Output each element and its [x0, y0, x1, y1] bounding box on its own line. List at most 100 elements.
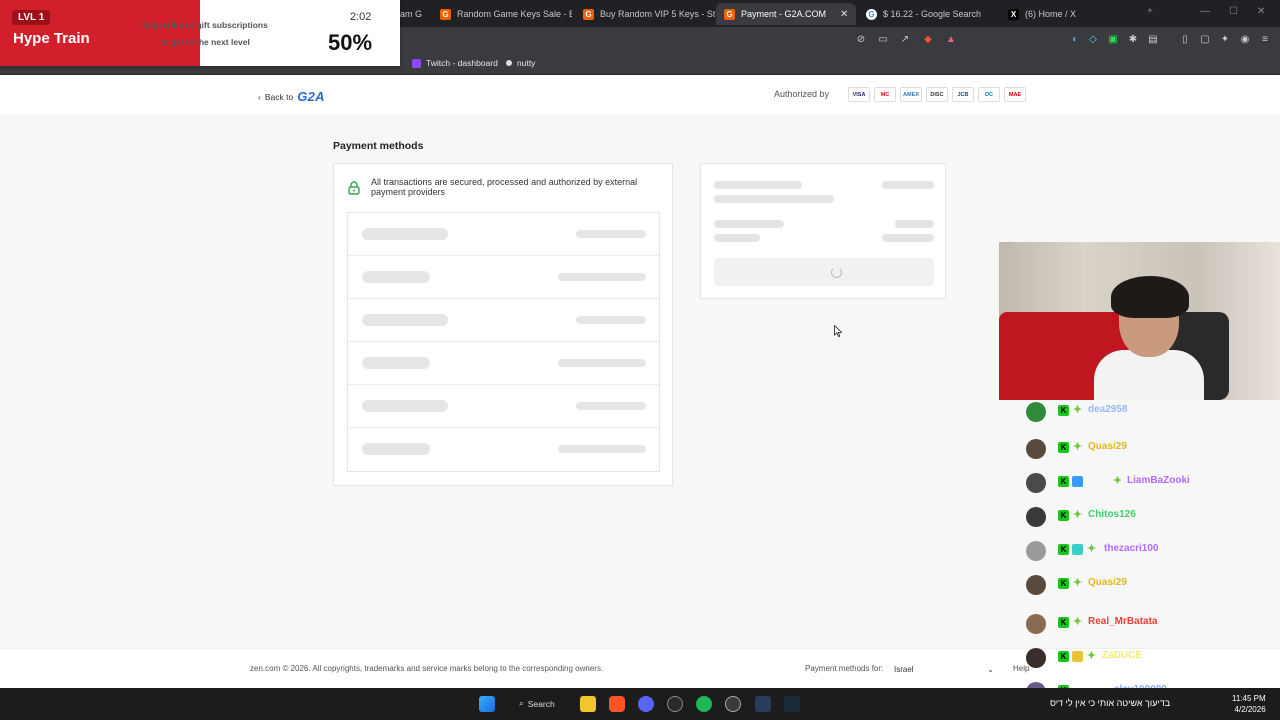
discord-icon[interactable] [638, 696, 654, 712]
stream-chat-overlay: K ✦ dea2958 K ✦ Quasi29 K ✦ LiamBaZooki … [1020, 400, 1280, 702]
maestro-logo: MAE [1004, 87, 1026, 102]
payment-method-placeholder[interactable] [348, 428, 659, 471]
close-icon[interactable]: ✕ [840, 9, 848, 20]
obs-icon[interactable] [725, 696, 741, 712]
file-explorer-icon[interactable] [580, 696, 596, 712]
new-tab-icon[interactable]: + [1147, 6, 1153, 17]
vpn-icon[interactable]: ◉ [1239, 34, 1251, 46]
payment-method-placeholder[interactable] [348, 299, 659, 342]
amex-logo: AMEX [900, 87, 922, 102]
payment-methods-for-label: Payment methods for: [805, 664, 884, 673]
tab-label: $ 16.22 - Google Search [883, 9, 982, 19]
taskbar-search[interactable]: ⌕ Search [519, 698, 555, 709]
maximize-icon[interactable]: ☐ [1229, 6, 1238, 17]
back-to-g2a-link[interactable]: ‹ Back to G2A [258, 89, 325, 104]
leo-icon[interactable]: ✦ [1219, 34, 1231, 46]
hype-train-title: Hype Train [13, 30, 90, 47]
chat-username: Quasi29 [1088, 577, 1127, 588]
taskbar-clock[interactable]: 11:45 PM 4/2/2026 [1232, 693, 1266, 715]
chat-username: Chitos126 [1088, 509, 1136, 520]
tab-label: Payment - G2A.COM [741, 9, 827, 19]
brave-rewards-icon[interactable]: ▲ [945, 34, 957, 46]
sparkle-badge-icon: ✦ [1072, 404, 1083, 416]
windows-start-icon[interactable] [479, 696, 495, 712]
sidebar-icon[interactable]: ▯ [1179, 34, 1191, 46]
payment-method-placeholder[interactable] [348, 342, 659, 385]
bookmark-nutty[interactable]: nutty [506, 58, 535, 68]
share-icon[interactable]: ↗ [899, 34, 911, 46]
tray-text: בדיעוך אשיטה אותי כי אין לי דיס [1050, 698, 1171, 708]
twitch-icon [412, 58, 421, 68]
chevron-left-icon: ‹ [258, 91, 261, 102]
g2a-icon: G [440, 8, 451, 20]
chat-username: ZaDUCE [1102, 650, 1143, 661]
sparkle-badge-icon: ✦ [1086, 650, 1097, 662]
sparkle-badge-icon: ✦ [1112, 475, 1123, 487]
brave-icon[interactable] [609, 696, 625, 712]
kick-badge-icon: K [1058, 510, 1069, 521]
order-summary-panel [700, 163, 946, 299]
clock-time: 11:45 PM [1232, 694, 1266, 703]
kick-badge-icon: K [1058, 442, 1069, 453]
tab-label: (6) Home / X [1025, 9, 1077, 19]
avatar [1026, 575, 1046, 595]
kick-badge-icon: K [1058, 405, 1069, 416]
extension-icon[interactable]: ▣ [1107, 34, 1119, 46]
g2a-logo: G2A [297, 89, 325, 104]
mastercard-logo: MC [874, 87, 896, 102]
spotify-icon[interactable] [696, 696, 712, 712]
brave-shield-icon[interactable]: ◆ [922, 34, 934, 46]
loading-spinner-icon [831, 267, 842, 278]
country-value: Israel [894, 664, 914, 674]
kick-badge-icon: K [1058, 476, 1069, 487]
diners-logo: DC [978, 87, 1000, 102]
pay-button-placeholder[interactable] [714, 258, 934, 286]
extensions-icon[interactable]: ✱ [1127, 34, 1139, 46]
payment-methods-panel: All transactions are secured, processed … [333, 163, 673, 486]
minimize-icon[interactable]: — [1200, 6, 1210, 17]
mute-icon[interactable]: ⊘ [855, 34, 867, 46]
payment-method-placeholder[interactable] [348, 213, 659, 256]
kick-badge-icon: K [1058, 617, 1069, 628]
chat-username: Quasi29 [1088, 441, 1127, 452]
avatar [1026, 439, 1046, 459]
visa-logo: VISA [848, 87, 870, 102]
extension-icon[interactable]: ◖ [1068, 34, 1080, 46]
card-logos: VISA MC AMEX DISC JCB DC MAE [848, 87, 1026, 102]
avatar [1026, 614, 1046, 634]
hype-train-overlay: LVL 1 Hype Train Subscribe or gift subsc… [0, 0, 400, 66]
sparkle-badge-icon: ✦ [1072, 616, 1083, 628]
wallet-icon[interactable]: ▢ [1199, 34, 1211, 46]
tab-random-game-keys[interactable]: G Random Game Keys Sale - Buy [432, 3, 572, 25]
clock-date: 4/2/2026 [1234, 705, 1266, 714]
extension-icon[interactable]: ◇ [1087, 34, 1099, 46]
tab-random-vip-keys[interactable]: G Buy Random VIP 5 Keys - Stea [575, 3, 715, 25]
country-select[interactable]: Israel ⌄ [894, 661, 994, 677]
back-label: Back to [264, 91, 294, 102]
hype-train-level: LVL 1 [12, 10, 51, 25]
discover-logo: DISC [926, 87, 948, 102]
close-window-icon[interactable]: ✕ [1257, 6, 1265, 17]
app-icon[interactable] [667, 696, 683, 712]
payment-method-placeholder[interactable] [348, 256, 659, 299]
sparkle-badge-icon: ✦ [1072, 577, 1083, 589]
chat-username: Real_MrBatata [1088, 616, 1158, 627]
sub-badge-icon [1072, 476, 1083, 487]
screen-icon[interactable]: ▭ [877, 34, 889, 46]
steam-icon[interactable] [784, 696, 800, 712]
downloads-icon[interactable]: ▤ [1147, 34, 1159, 46]
tab-x-home[interactable]: X (6) Home / X [1000, 3, 1140, 25]
g2a-icon: G [724, 8, 735, 20]
payment-method-list [347, 212, 660, 472]
tab-payment-g2a[interactable]: G Payment - G2A.COM ✕ [716, 3, 856, 25]
g2a-icon: G [583, 8, 594, 20]
bookmark-twitch-dashboard[interactable]: Twitch - dashboard [412, 58, 498, 68]
taskbar-search-label: Search [527, 698, 555, 709]
mouse-cursor-icon [834, 325, 842, 337]
hype-train-subtitle-line: Subscribe or gift subscriptions [142, 20, 268, 30]
page-title: Payment methods [333, 140, 424, 152]
menu-icon[interactable]: ≡ [1259, 34, 1271, 46]
tab-google-search[interactable]: G $ 16.22 - Google Search [858, 3, 998, 25]
payment-method-placeholder[interactable] [348, 385, 659, 428]
app-icon[interactable] [755, 696, 771, 712]
